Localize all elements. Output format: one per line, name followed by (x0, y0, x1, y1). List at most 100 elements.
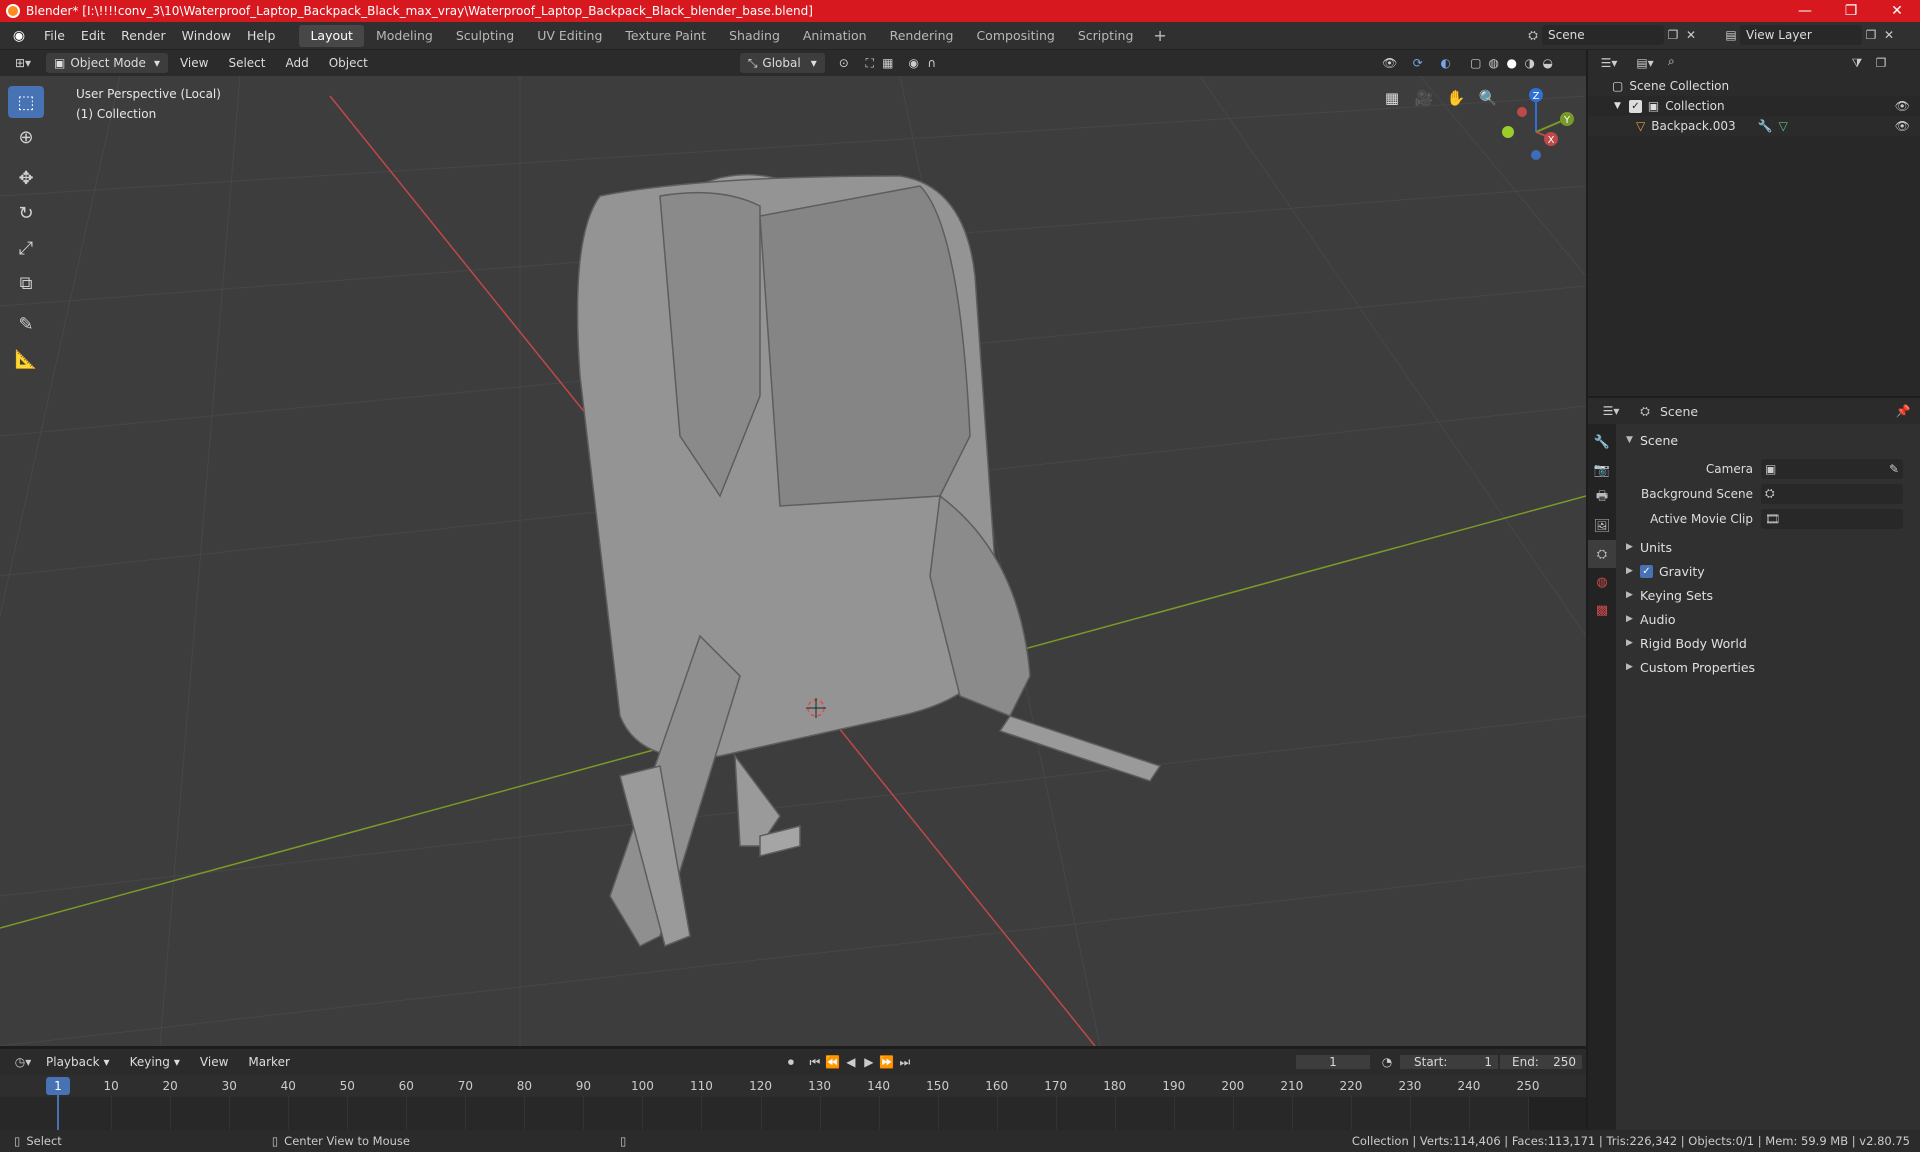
output-tab-icon[interactable]: 🖶 (1588, 484, 1616, 512)
cursor-tool-icon[interactable]: ⊕ (8, 121, 44, 153)
shading-solid-icon[interactable]: ● (1503, 54, 1521, 72)
jump-start-icon[interactable]: ⏮ (806, 1053, 824, 1071)
gizmo-z-label[interactable]: Z (1533, 91, 1540, 102)
start-frame-field[interactable]: Start: 1 (1400, 1055, 1498, 1069)
annotate-tool-icon[interactable]: ✎ (8, 308, 44, 340)
pivot-point-icon[interactable]: ⊙ (835, 54, 853, 72)
outliner-item-collection[interactable]: ▼ ✓ ▣ Collection 👁 (1588, 96, 1920, 116)
filter-icon[interactable]: ⧩ (1848, 54, 1866, 72)
editor-type-icon[interactable]: ⊞▾ (8, 54, 38, 72)
select-box-tool-icon[interactable]: ⬚ (8, 86, 44, 118)
tab-rendering[interactable]: Rendering (879, 25, 965, 47)
falloff-icon[interactable]: ∩ (923, 54, 941, 72)
marker-menu[interactable]: Marker (240, 1052, 297, 1072)
tab-sculpting[interactable]: Sculpting (445, 25, 525, 47)
background-scene-field[interactable]: ⛭ (1761, 483, 1903, 504)
collection-visibility-icon[interactable]: 👁 (1895, 99, 1910, 113)
expand-arrow-icon[interactable]: ▼ (1614, 101, 1621, 111)
menu-view[interactable]: View (172, 53, 216, 73)
tab-layout[interactable]: Layout (299, 24, 364, 47)
outliner-search-input[interactable]: ⌕ (1668, 54, 1778, 72)
object-mode-dropdown[interactable]: ▣ Object Mode ▾ (46, 53, 168, 73)
move-tool-icon[interactable]: ✥ (8, 162, 44, 194)
menu-add[interactable]: Add (277, 53, 316, 73)
navigation-gizmo[interactable]: Z Y X (1502, 88, 1574, 160)
scene-icon[interactable]: ⛭ (1524, 26, 1542, 44)
audio-panel[interactable]: ▶ Audio (1616, 607, 1920, 631)
proportional-edit-icon[interactable]: ◉ (905, 54, 923, 72)
eyedropper-icon[interactable]: ✎ (1889, 462, 1899, 476)
snap-target-icon[interactable]: ▦ (879, 54, 897, 72)
overlays-toggle-icon[interactable]: ◐ (1437, 54, 1455, 72)
gravity-panel[interactable]: ▶ ✓ Gravity (1616, 559, 1920, 583)
render-tab-icon[interactable]: 📷 (1588, 456, 1616, 484)
pin-icon[interactable]: 📌 (1894, 402, 1912, 420)
scene-tab-icon[interactable]: ⛭ (1588, 540, 1616, 568)
tab-compositing[interactable]: Compositing (965, 25, 1065, 47)
collection-checkbox[interactable]: ✓ (1628, 99, 1642, 113)
pan-hand-icon[interactable]: ✋ (1442, 84, 1470, 112)
snap-icon[interactable]: ⛶ (861, 54, 879, 72)
transform-tool-icon[interactable]: ⧉ (8, 267, 44, 299)
camera-field[interactable]: ▣ ✎ (1761, 458, 1903, 479)
display-mode-icon[interactable]: ▤▾ (1630, 54, 1660, 72)
gizmo-toggle-icon[interactable]: ⟳ (1409, 54, 1427, 72)
jump-end-icon[interactable]: ⏭ (896, 1053, 914, 1071)
tab-texture-paint[interactable]: Texture Paint (614, 25, 717, 47)
end-frame-field[interactable]: End: 250 (1500, 1055, 1582, 1069)
timeline[interactable]: 10 20 30 40 50 60 70 80 90 100 110 120 130 140 150 160 1… (0, 1075, 1586, 1130)
menu-object[interactable]: Object (321, 53, 376, 73)
shading-rendered-icon[interactable]: ◒ (1539, 54, 1557, 72)
units-panel[interactable]: ▶ Units (1616, 535, 1920, 559)
outliner-root[interactable]: ▢ Scene Collection (1588, 76, 1920, 96)
backpack-model[interactable] (576, 174, 1162, 948)
toggle-view-grid-icon[interactable]: ▦ (1378, 84, 1406, 112)
current-frame-field[interactable]: 1 (1296, 1055, 1370, 1069)
scene-field[interactable]: Scene (1542, 25, 1664, 45)
world-tab-icon[interactable]: ◍ (1588, 568, 1616, 596)
outliner-editor-type-icon[interactable]: ☰▾ (1594, 54, 1624, 72)
playback-menu[interactable]: Playback ▾ (38, 1052, 118, 1072)
tab-animation[interactable]: Animation (792, 25, 878, 47)
mesh-data-icon[interactable]: ▽ (1779, 119, 1788, 133)
menu-edit[interactable]: Edit (73, 22, 113, 50)
maximize-button[interactable]: ❐ (1828, 0, 1874, 22)
delete-view-layer-icon[interactable]: ✕ (1880, 26, 1898, 44)
keying-sets-panel[interactable]: ▶ Keying Sets (1616, 583, 1920, 607)
timeline-editor-type-icon[interactable]: ◷▾ (8, 1053, 38, 1071)
menu-render[interactable]: Render (113, 22, 174, 50)
transform-orientation-dropdown[interactable]: ⤡ Global ▾ (739, 53, 825, 73)
gravity-checkbox[interactable]: ✓ (1640, 564, 1653, 578)
add-workspace-icon[interactable]: + (1145, 26, 1174, 45)
backpack-visibility-icon[interactable]: 👁 (1895, 119, 1910, 133)
shading-wireframe-icon[interactable]: ◍ (1485, 54, 1503, 72)
new-view-layer-icon[interactable]: ❐ (1862, 26, 1880, 44)
view-layer-field[interactable]: View Layer (1740, 25, 1862, 45)
zoom-icon[interactable]: 🔍 (1474, 84, 1502, 112)
3d-viewport[interactable]: Z Y X User Perspective (Local) (1) Colle… (0, 76, 1586, 1046)
scale-tool-icon[interactable]: ⤢ (8, 232, 44, 264)
measure-tool-icon[interactable]: 📐 (8, 343, 44, 375)
view-layer-icon[interactable]: ▤ (1722, 26, 1740, 44)
close-button[interactable]: ✕ (1874, 0, 1920, 22)
blender-logo-icon[interactable]: ◉ (10, 27, 28, 45)
menu-help[interactable]: Help (239, 22, 284, 50)
menu-select[interactable]: Select (220, 53, 273, 73)
minimize-button[interactable]: — (1782, 0, 1828, 22)
shading-material-icon[interactable]: ◑ (1521, 54, 1539, 72)
menu-file[interactable]: File (36, 22, 73, 50)
preview-range-icon[interactable]: ◔ (1378, 1053, 1396, 1071)
view-layer-tab-icon[interactable]: 🖼 (1588, 512, 1616, 540)
camera-view-icon[interactable]: 🎥 (1410, 84, 1438, 112)
tab-modeling[interactable]: Modeling (365, 25, 444, 47)
rotate-tool-icon[interactable]: ↻ (8, 197, 44, 229)
prev-keyframe-icon[interactable]: ⏪ (824, 1053, 842, 1071)
current-frame-indicator[interactable]: 1 (46, 1077, 70, 1095)
custom-properties-panel[interactable]: ▶ Custom Properties (1616, 655, 1920, 679)
timeline-view-menu[interactable]: View (192, 1052, 236, 1072)
tool-tab-icon[interactable]: 🔧 (1588, 428, 1616, 456)
rigid-body-world-panel[interactable]: ▶ Rigid Body World (1616, 631, 1920, 655)
outliner-item-backpack[interactable]: ▽ Backpack.003 🔧 ▽ 👁 (1588, 116, 1920, 136)
properties-editor-type-icon[interactable]: ☰▾ (1596, 402, 1626, 420)
active-movie-clip-field[interactable]: 🎞 (1761, 508, 1903, 529)
